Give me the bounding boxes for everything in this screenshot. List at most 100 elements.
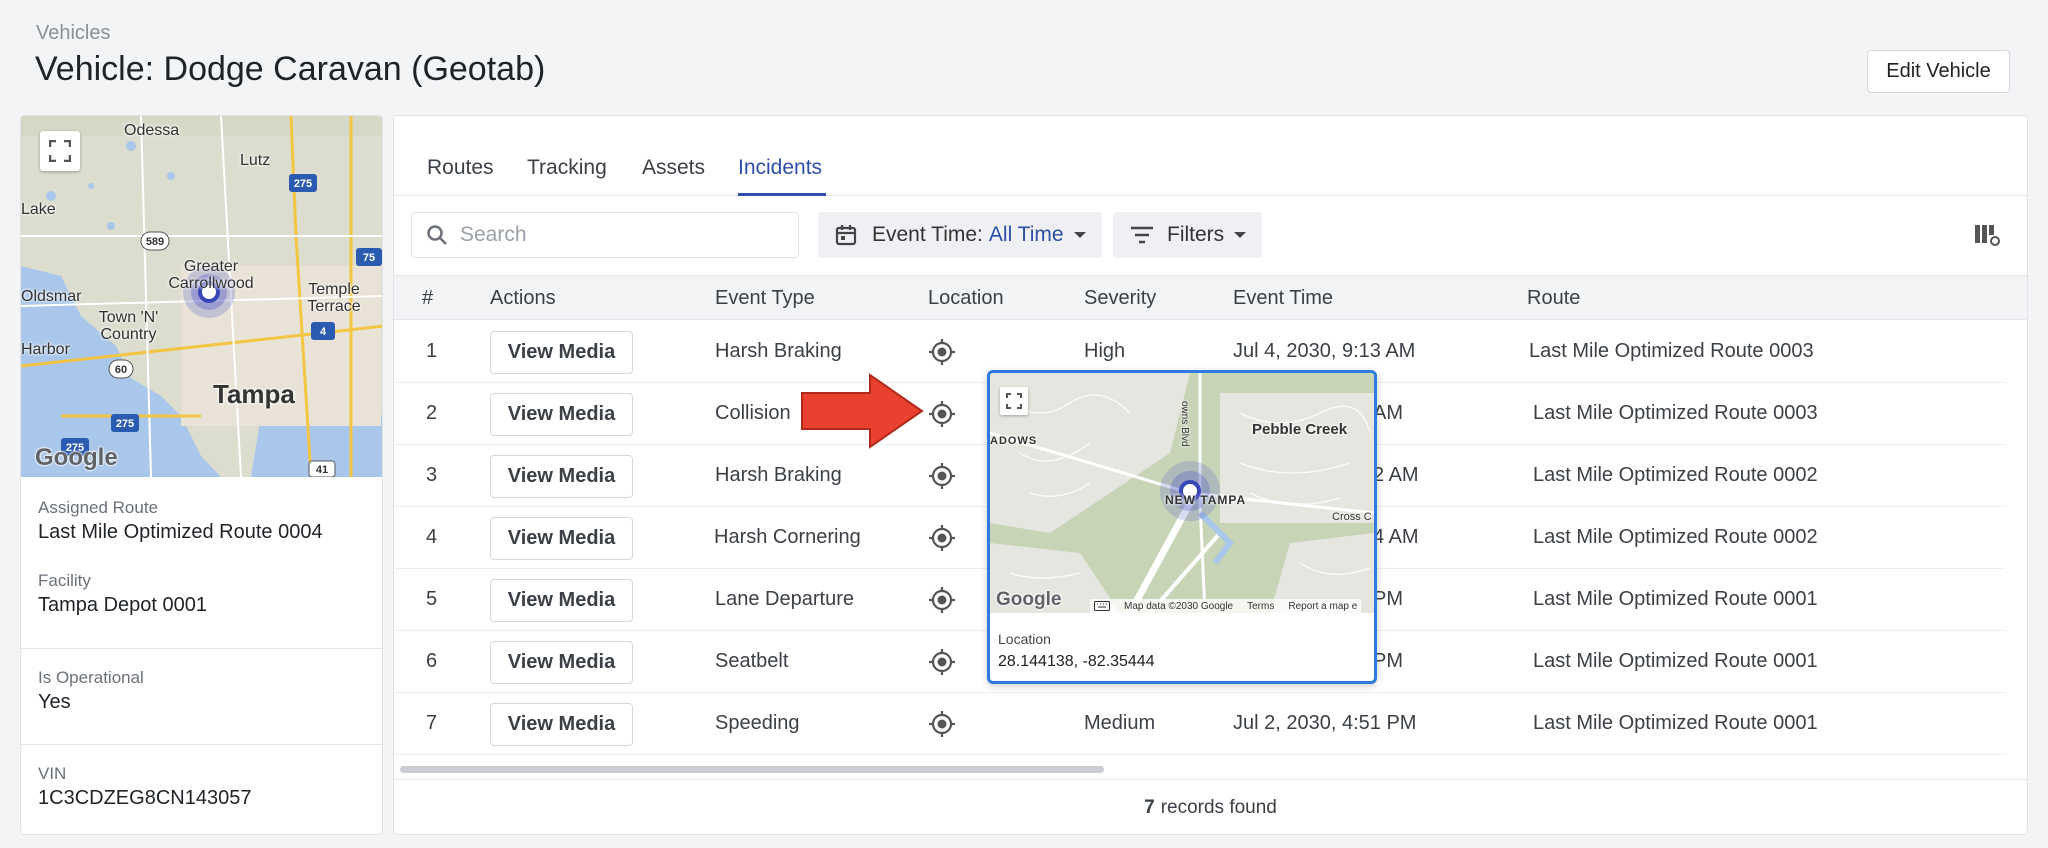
location-crosshair-icon[interactable] — [928, 524, 956, 552]
view-media-button[interactable]: View Media — [490, 703, 633, 746]
column-settings-icon[interactable] — [1974, 223, 2000, 247]
map-label: owns Blvd — [1179, 401, 1190, 447]
filters-dropdown[interactable]: Filters — [1113, 212, 1263, 258]
view-media-button[interactable]: View Media — [490, 517, 633, 560]
assigned-route-field: Assigned Route Last Mile Optimized Route… — [38, 498, 323, 544]
is-operational-field: Is Operational Yes — [38, 668, 144, 714]
svg-text:75: 75 — [363, 252, 375, 264]
table-row: 7 Speeding Medium Jul 2, 2030, 4:51 PM Last … — [394, 693, 2006, 755]
svg-text:60: 60 — [115, 364, 127, 376]
chevron-down-icon — [1073, 232, 1086, 238]
active-tab-indicator — [738, 193, 826, 196]
location-crosshair-icon[interactable] — [928, 648, 956, 676]
map-label: Town 'N' Country — [98, 309, 159, 343]
field-value: 1C3CDZEG8CN143057 — [38, 787, 252, 809]
field-value: Yes — [38, 691, 71, 713]
location-popup: Pebble Creek NEW TAMPA ADOWS Cross C own… — [987, 370, 1377, 684]
severity-cell: Medium — [1084, 712, 1156, 734]
horizontal-scrollbar[interactable] — [400, 766, 1104, 773]
location-crosshair-icon[interactable] — [928, 462, 956, 490]
map-label: NEW TAMPA — [1165, 493, 1247, 507]
table-footer: 7 records found — [394, 779, 2027, 834]
keyboard-icon[interactable] — [1094, 601, 1110, 611]
field-label: Is Operational — [38, 668, 144, 687]
map-label: Pebble Creek — [1252, 421, 1348, 438]
edit-vehicle-button[interactable]: Edit Vehicle — [1867, 50, 2010, 93]
chevron-down-icon — [1234, 232, 1247, 238]
route-cell: Last Mile Optimized Route 0002 — [1533, 526, 1818, 548]
row-number: 4 — [426, 526, 438, 548]
fullscreen-icon — [49, 140, 71, 162]
map-label: Cross C — [1332, 511, 1372, 523]
event-time-cell: PM — [1373, 650, 1403, 672]
divider — [21, 744, 382, 745]
table-header: # Actions Event Type Location Severity E… — [394, 275, 2027, 320]
severity-cell: High — [1084, 340, 1126, 362]
popup-location-value: 28.144138, -82.35444 — [998, 653, 1155, 670]
location-crosshair-icon[interactable] — [928, 400, 956, 428]
map-label: ADOWS — [990, 435, 1038, 447]
map-label: Oldsmar — [21, 288, 82, 305]
terms-link[interactable]: Terms — [1247, 601, 1274, 612]
map-label: Odessa — [124, 122, 180, 139]
event-type-cell: Lane Departure — [715, 588, 854, 610]
column-header-number[interactable]: # — [422, 287, 433, 310]
column-header-event-type[interactable]: Event Type — [715, 287, 815, 310]
popup-fullscreen-button[interactable] — [1000, 387, 1028, 415]
event-type-cell: Harsh Braking — [715, 464, 842, 486]
view-media-button[interactable]: View Media — [490, 641, 633, 684]
column-header-severity[interactable]: Severity — [1084, 287, 1156, 310]
column-header-route[interactable]: Route — [1527, 287, 1580, 310]
search-box[interactable] — [411, 212, 799, 258]
tab-routes[interactable]: Routes — [427, 156, 494, 180]
view-media-button[interactable]: View Media — [490, 455, 633, 498]
vehicle-location-map[interactable]: 275 589 75 60 4 275 275 41 Odessa Lutz L… — [21, 116, 382, 477]
row-number: 2 — [426, 402, 438, 424]
facility-field: Facility Tampa Depot 0001 — [38, 571, 207, 617]
event-time-cell: AM — [1373, 402, 1403, 424]
route-cell: Last Mile Optimized Route 0001 — [1533, 588, 1818, 610]
event-time-cell: PM — [1373, 588, 1403, 610]
event-time-dropdown[interactable]: Event Time: All Time — [818, 212, 1102, 258]
records-count: 7 — [1144, 797, 1155, 818]
tab-assets[interactable]: Assets — [642, 156, 705, 180]
view-media-button[interactable]: View Media — [490, 579, 633, 622]
search-input[interactable] — [460, 223, 780, 247]
route-cell: Last Mile Optimized Route 0003 — [1529, 340, 1814, 362]
location-crosshair-icon[interactable] — [928, 586, 956, 614]
report-map-error-link[interactable]: Report a map e — [1288, 601, 1357, 612]
divider — [21, 648, 382, 649]
event-type-cell: Collision — [715, 402, 791, 424]
event-time-cell: Jul 2, 2030, 4:51 PM — [1233, 712, 1417, 734]
field-value: Tampa Depot 0001 — [38, 594, 208, 616]
field-label: Facility — [38, 571, 91, 590]
view-media-button[interactable]: View Media — [490, 393, 633, 436]
fullscreen-button[interactable] — [40, 131, 80, 171]
tab-tracking[interactable]: Tracking — [527, 156, 607, 180]
row-number: 7 — [426, 712, 438, 734]
event-time-cell: Jul 4, 2030, 9:13 AM — [1233, 340, 1416, 362]
column-header-event-time[interactable]: Event Time — [1233, 287, 1333, 310]
column-header-actions[interactable]: Actions — [490, 287, 556, 310]
view-media-button[interactable]: View Media — [490, 331, 633, 374]
event-type-cell: Harsh Cornering — [714, 526, 861, 548]
svg-text:589: 589 — [146, 236, 164, 248]
svg-text:4: 4 — [320, 326, 327, 338]
map-label: Lake — [21, 201, 56, 218]
event-type-cell: Seatbelt — [715, 650, 789, 672]
google-logo: Google — [996, 589, 1062, 610]
page-title: Vehicle: Dodge Caravan (Geotab) — [35, 50, 546, 88]
map-attribution: Map data ©2030 Google Terms Report a map… — [1090, 599, 1362, 613]
svg-text:275: 275 — [116, 418, 134, 430]
map-label: Harbor — [21, 341, 70, 358]
column-header-location[interactable]: Location — [928, 287, 1004, 310]
calendar-icon — [835, 225, 857, 246]
location-crosshair-icon[interactable] — [928, 338, 956, 366]
breadcrumb[interactable]: Vehicles — [36, 22, 111, 45]
vin-field: VIN 1C3CDZEG8CN143057 — [38, 764, 251, 810]
tab-incidents[interactable]: Incidents — [738, 156, 822, 180]
route-cell: Last Mile Optimized Route 0003 — [1533, 402, 1818, 424]
fullscreen-icon — [1006, 393, 1022, 409]
popup-location-map[interactable]: Pebble Creek NEW TAMPA ADOWS Cross C own… — [990, 373, 1374, 613]
location-crosshair-icon[interactable] — [928, 710, 956, 738]
